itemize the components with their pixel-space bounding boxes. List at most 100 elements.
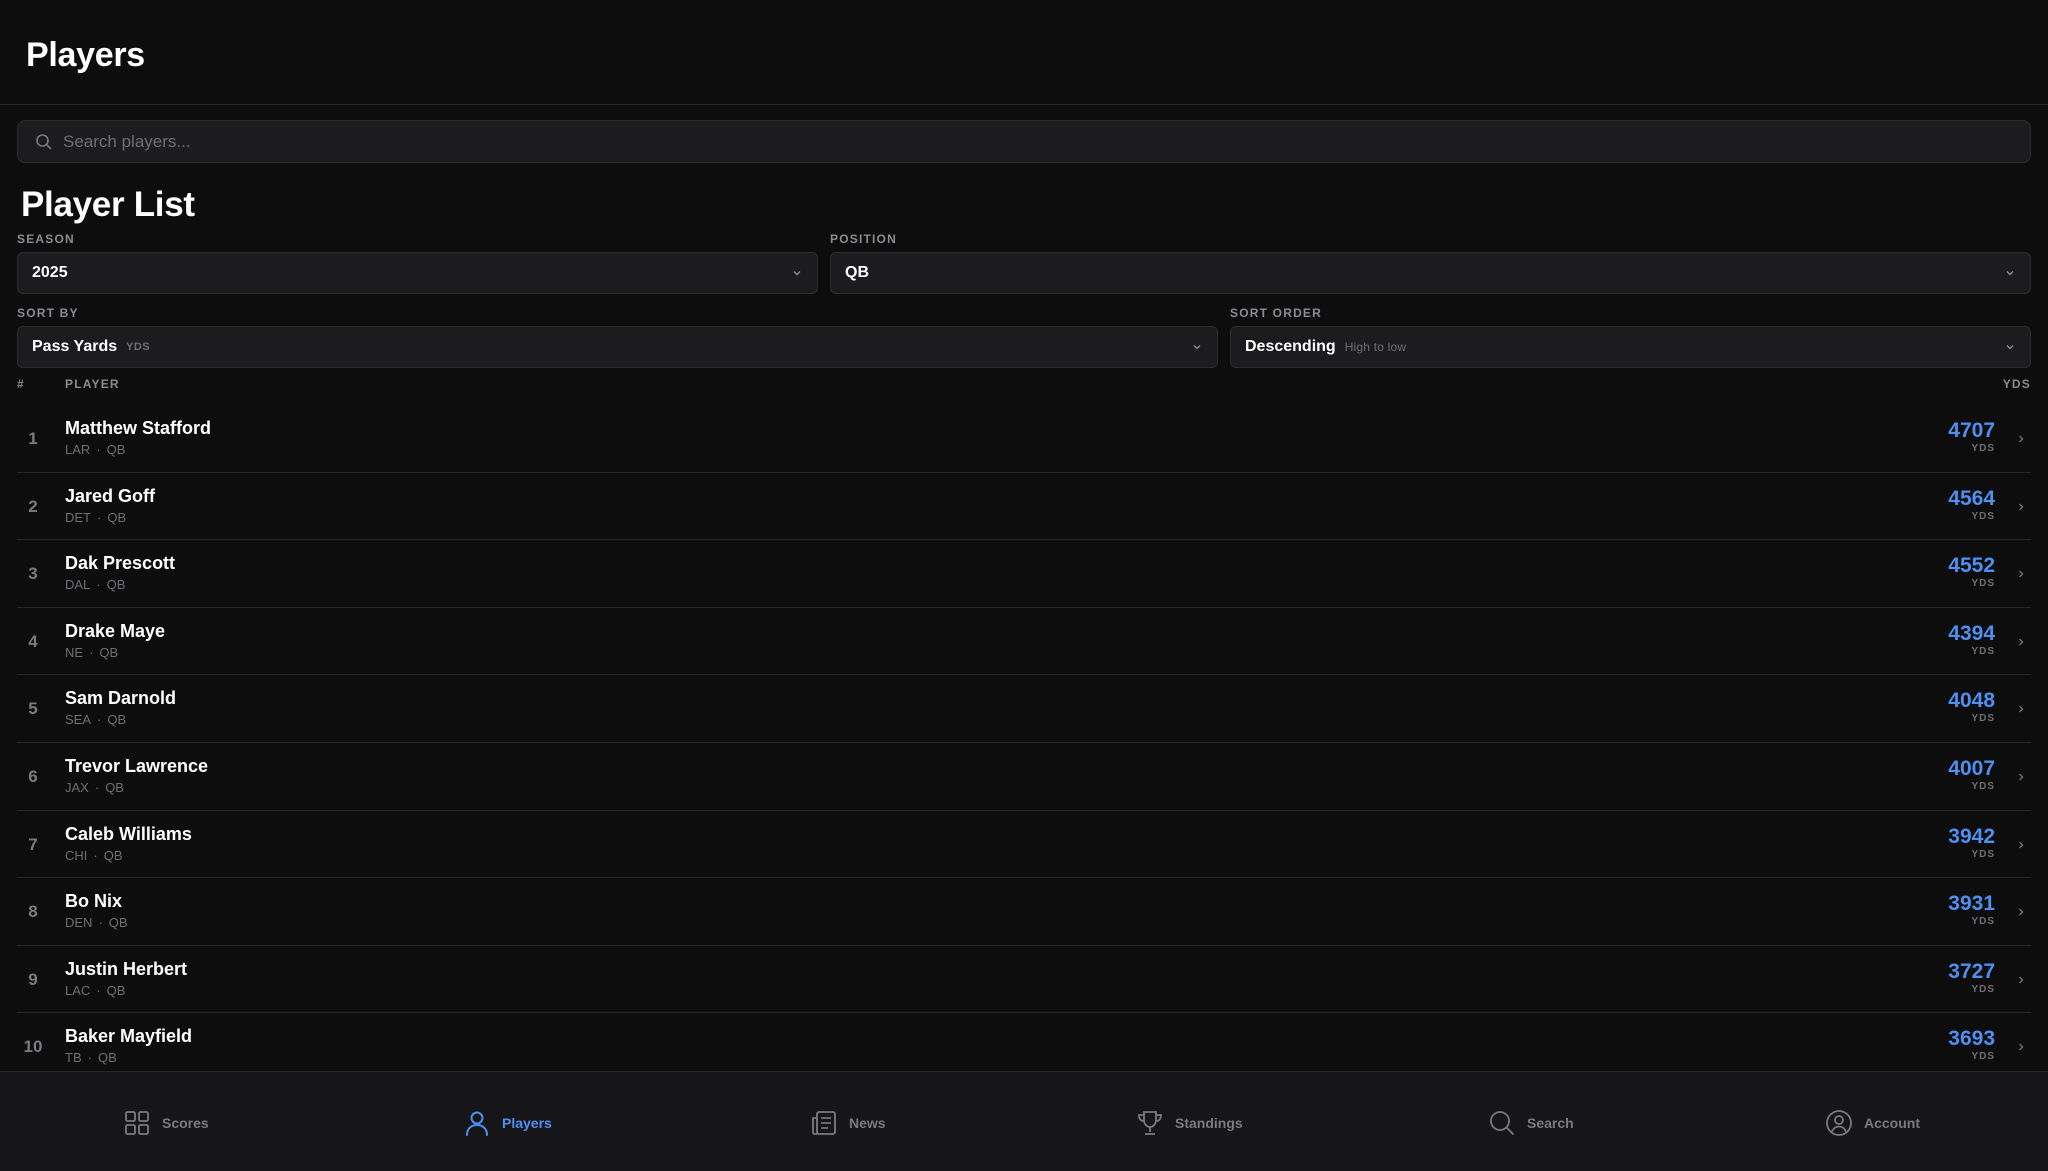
search-input[interactable]: Search players... (17, 120, 2031, 163)
stat-value-block: 3693 YDS (1948, 1027, 1995, 1063)
trophy-icon (1135, 1108, 1165, 1138)
nav-item-standings[interactable]: Standings (1135, 1108, 1243, 1138)
stat-value-block: 4564 YDS (1948, 487, 1995, 523)
position-select[interactable]: QB (830, 252, 2031, 294)
player-row[interactable]: 1 Matthew Stafford LAR · QB 4707 YDS (17, 405, 2031, 473)
nav-label: News (849, 1115, 886, 1131)
player-column-header: PLAYER (65, 377, 120, 391)
newspaper-icon (809, 1108, 839, 1138)
player-row[interactable]: 5 Sam Darnold SEA · QB 4048 YDS (17, 675, 2031, 743)
player-position: QB (97, 1050, 117, 1066)
meta-separator: · (98, 915, 103, 931)
sort-order-value: Descending (1245, 338, 1336, 355)
player-meta: TB · QB (65, 1050, 117, 1065)
rank-number: 5 (28, 699, 38, 719)
page-title: Players (26, 36, 145, 74)
rank-number: 7 (28, 834, 38, 854)
meta-separator: · (96, 577, 101, 593)
player-meta: SEA · QB (65, 712, 126, 727)
player-team: DET (65, 509, 91, 525)
player-position: QB (108, 915, 128, 931)
player-team: CHI (65, 847, 88, 863)
stat-value: 3693 (1948, 1027, 1995, 1051)
stat-value-block: 3931 YDS (1948, 892, 1995, 928)
player-name: Matthew Stafford (65, 418, 211, 438)
rank-column-header: # (17, 377, 25, 391)
player-row[interactable]: 9 Justin Herbert LAC · QB 3727 YDS (17, 946, 2031, 1014)
search-placeholder: Search players... (63, 131, 191, 151)
chevron-right-icon (2015, 501, 2027, 513)
season-select[interactable]: 2025 (17, 252, 818, 294)
meta-separator: · (94, 779, 100, 795)
player-meta: NE · QB (65, 645, 118, 660)
grid-icon (122, 1108, 152, 1138)
nav-item-news[interactable]: News (809, 1108, 886, 1138)
stat-value-block: 3942 YDS (1948, 825, 1995, 861)
nav-label: Account (1864, 1115, 1920, 1131)
stat-value-block: 4394 YDS (1948, 622, 1995, 658)
player-team: LAR (65, 442, 91, 457)
chevron-down-icon (1191, 341, 1203, 353)
player-team: NE (65, 644, 84, 660)
nav-item-scores[interactable]: Scores (122, 1108, 209, 1138)
player-row[interactable]: 8 Bo Nix DEN · QB 3931 YDS (17, 878, 2031, 946)
player-name: Bo Nix (65, 891, 123, 912)
stat-column-header: YDS (2002, 377, 2031, 391)
player-row[interactable]: 3 Dak Prescott DAL · QB 4552 YDS (17, 540, 2031, 608)
stat-value-block: 3727 YDS (1948, 960, 1995, 996)
player-name: Dak Prescott (65, 553, 176, 574)
season-label: SEASON (17, 232, 75, 246)
player-name: Caleb Williams (65, 823, 192, 844)
stat-unit: YDS (1971, 443, 1995, 454)
player-position: QB (107, 509, 127, 525)
nav-item-players[interactable]: Players (462, 1108, 552, 1138)
app: Players Search players... Player List SE… (0, 0, 2048, 1171)
stat-value: 3942 (1948, 824, 1995, 848)
search-icon (1487, 1108, 1517, 1138)
player-team: JAX (65, 779, 89, 795)
sort-by-label: SORT BY (17, 306, 79, 320)
stat-value: 4007 (1948, 756, 1995, 780)
stat-value-block: 4552 YDS (1948, 554, 1995, 590)
search-icon (35, 133, 53, 151)
player-meta: LAC · QB (65, 983, 125, 998)
rank-number: 4 (28, 631, 38, 651)
chevron-right-icon (2015, 839, 2027, 851)
player-row[interactable]: 2 Jared Goff DET · QB 4564 YDS (17, 473, 2031, 541)
player-position: QB (106, 577, 126, 593)
position-label: POSITION (830, 232, 897, 246)
player-meta: CHI · QB (65, 848, 123, 863)
player-team: DEN (65, 915, 93, 931)
nav-label: Search (1527, 1115, 1574, 1131)
account-icon (1824, 1108, 1854, 1138)
chevron-down-icon (791, 267, 803, 279)
player-position: QB (99, 644, 119, 660)
stat-unit: YDS (1971, 510, 1995, 522)
stat-value-block: 4707 YDS (1948, 419, 1995, 455)
rank-number: 9 (28, 969, 38, 989)
bottom-nav: Scores Players News Standings Search Acc… (0, 1071, 2048, 1171)
stat-unit: YDS (1971, 713, 1995, 725)
stat-value: 3727 (1948, 959, 1995, 983)
stat-value: 4048 (1948, 689, 1995, 713)
stat-unit: YDS (1971, 578, 1995, 590)
nav-item-search[interactable]: Search (1487, 1108, 1574, 1138)
stat-value: 3931 (1948, 892, 1995, 916)
player-position: QB (106, 442, 126, 457)
sort-by-select[interactable]: Pass Yards YDS (17, 326, 1218, 368)
player-position: QB (105, 779, 124, 795)
player-name: Justin Herbert (65, 958, 188, 979)
player-name: Drake Maye (65, 620, 166, 641)
nav-label: Scores (162, 1115, 209, 1131)
player-row[interactable]: 4 Drake Maye NE · QB 4394 YDS (17, 608, 2031, 676)
sort-order-select[interactable]: Descending High to low (1230, 326, 2031, 368)
player-name: Sam Darnold (65, 688, 177, 709)
chevron-right-icon (2015, 974, 2027, 986)
player-row[interactable]: 6 Trevor Lawrence JAX · QB 4007 YDS (17, 743, 2031, 811)
player-row[interactable]: 7 Caleb Williams CHI · QB 3942 YDS (17, 811, 2031, 879)
chevron-right-icon (2015, 636, 2027, 648)
nav-item-account[interactable]: Account (1824, 1108, 1920, 1138)
meta-separator: · (89, 644, 94, 660)
chevron-right-icon (2015, 703, 2027, 715)
person-icon (462, 1108, 492, 1138)
